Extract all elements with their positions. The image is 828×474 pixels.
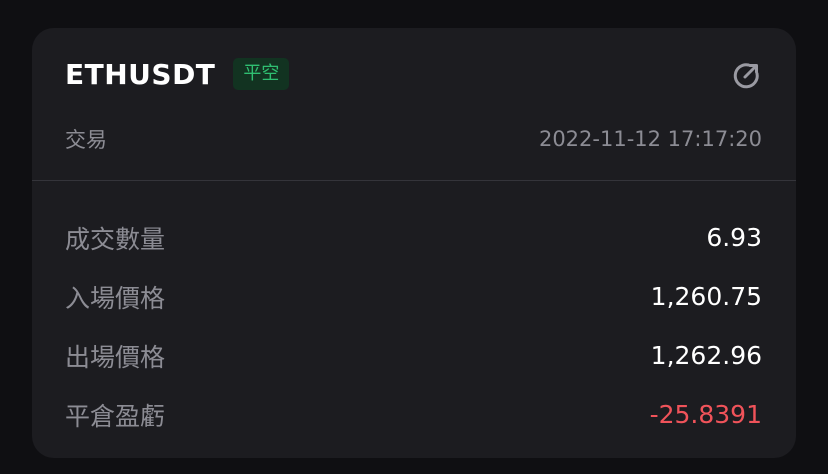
detail-value: 1,260.75 [650, 282, 762, 311]
pnl-value: -25.8391 [649, 400, 762, 429]
trade-card: ETHUSDT 平空 交易 2022-11-12 17:17:20 成交數量 6… [32, 28, 796, 458]
trade-details: 成交數量 6.93 入場價格 1,260.75 出場價格 1,262.96 平倉… [65, 208, 762, 444]
detail-row-pnl: 平倉盈虧 -25.8391 [65, 385, 762, 444]
side-badge: 平空 [233, 58, 290, 90]
divider [32, 180, 796, 181]
trade-type-label: 交易 [65, 128, 107, 152]
trade-meta: 交易 2022-11-12 17:17:20 [65, 124, 762, 154]
trade-timestamp: 2022-11-12 17:17:20 [538, 127, 762, 151]
share-icon[interactable] [730, 58, 764, 92]
detail-value: 6.93 [706, 223, 762, 252]
detail-label: 出場價格 [65, 342, 166, 372]
detail-row-exit-price: 出場價格 1,262.96 [65, 326, 762, 385]
trade-header: ETHUSDT 平空 [65, 54, 764, 94]
detail-label: 成交數量 [65, 224, 166, 254]
symbol-title: ETHUSDT [65, 57, 216, 91]
detail-value: 1,262.96 [650, 341, 762, 370]
detail-row-entry-price: 入場價格 1,260.75 [65, 267, 762, 326]
detail-label: 入場價格 [65, 283, 166, 313]
detail-row-quantity: 成交數量 6.93 [65, 208, 762, 267]
detail-label: 平倉盈虧 [65, 401, 166, 431]
